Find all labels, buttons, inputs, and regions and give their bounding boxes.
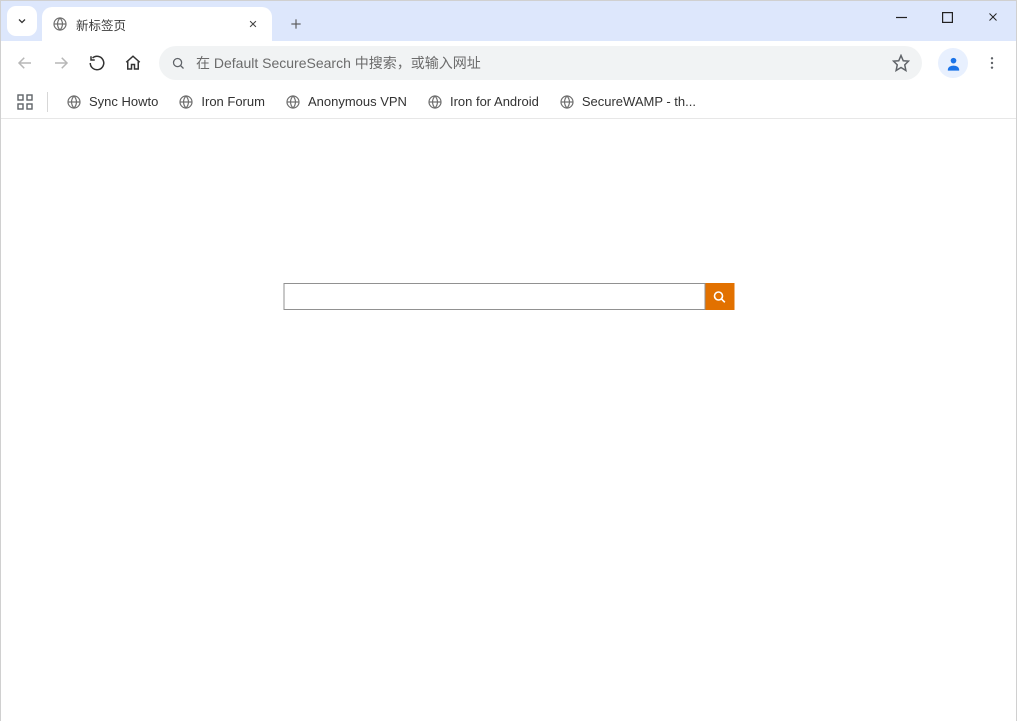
close-window-button[interactable] (970, 1, 1016, 33)
arrow-left-icon (16, 54, 34, 72)
bookmark-iron-for-android[interactable]: Iron for Android (421, 90, 545, 114)
minimize-button[interactable] (878, 1, 924, 33)
bookmark-anonymous-vpn[interactable]: Anonymous VPN (279, 90, 413, 114)
chevron-down-icon (16, 15, 28, 27)
search-icon (712, 289, 728, 305)
bookmark-label: Iron Forum (201, 94, 265, 109)
new-tab-button[interactable] (282, 10, 310, 38)
bookmark-iron-forum[interactable]: Iron Forum (172, 90, 271, 114)
forward-button[interactable] (45, 47, 77, 79)
tab-search-button[interactable] (7, 6, 37, 36)
maximize-icon (942, 12, 953, 23)
arrow-right-icon (52, 54, 70, 72)
bookmark-label: Sync Howto (89, 94, 158, 109)
tab-favicon-globe-icon (52, 16, 68, 32)
search-icon (171, 56, 186, 71)
bookmarks-bar: Sync Howto Iron Forum Anonymous VPN Iron… (1, 85, 1016, 119)
apps-button[interactable] (15, 92, 35, 112)
close-icon (987, 11, 999, 23)
bookmark-securewamp[interactable]: SecureWAMP - th... (553, 90, 702, 114)
tab-close-button[interactable] (244, 15, 262, 33)
maximize-button[interactable] (924, 1, 970, 33)
close-icon (248, 19, 258, 29)
bookmark-separator (47, 92, 48, 112)
plus-icon (289, 17, 303, 31)
reload-icon (88, 54, 106, 72)
bookmark-label: SecureWAMP - th... (582, 94, 696, 109)
globe-icon (285, 94, 301, 110)
tab-title: 新标签页 (76, 15, 244, 34)
address-bar-placeholder: 在 Default SecureSearch 中搜索，或输入网址 (196, 53, 884, 73)
search-container (283, 283, 734, 310)
main-menu-button[interactable] (976, 47, 1008, 79)
page-content (1, 119, 1016, 722)
star-icon (892, 54, 910, 72)
back-button[interactable] (9, 47, 41, 79)
bookmark-label: Anonymous VPN (308, 94, 407, 109)
reload-button[interactable] (81, 47, 113, 79)
globe-icon (559, 94, 575, 110)
globe-icon (427, 94, 443, 110)
window-controls (878, 1, 1016, 41)
minimize-icon (896, 12, 907, 23)
bookmark-sync-howto[interactable]: Sync Howto (60, 90, 164, 114)
profile-button[interactable] (938, 48, 968, 78)
address-bar[interactable]: 在 Default SecureSearch 中搜索，或输入网址 (159, 46, 922, 80)
search-submit-button[interactable] (705, 283, 734, 310)
active-tab[interactable]: 新标签页 (42, 7, 272, 41)
globe-icon (178, 94, 194, 110)
more-vertical-icon (984, 55, 1000, 71)
person-icon (945, 55, 962, 72)
bookmark-star-button[interactable] (892, 54, 910, 72)
bookmark-label: Iron for Android (450, 94, 539, 109)
home-icon (124, 54, 142, 72)
apps-grid-icon (17, 94, 33, 110)
globe-icon (66, 94, 82, 110)
search-input[interactable] (283, 283, 705, 310)
home-button[interactable] (117, 47, 149, 79)
tab-strip: 新标签页 (1, 1, 1016, 41)
toolbar: 在 Default SecureSearch 中搜索，或输入网址 (1, 41, 1016, 85)
